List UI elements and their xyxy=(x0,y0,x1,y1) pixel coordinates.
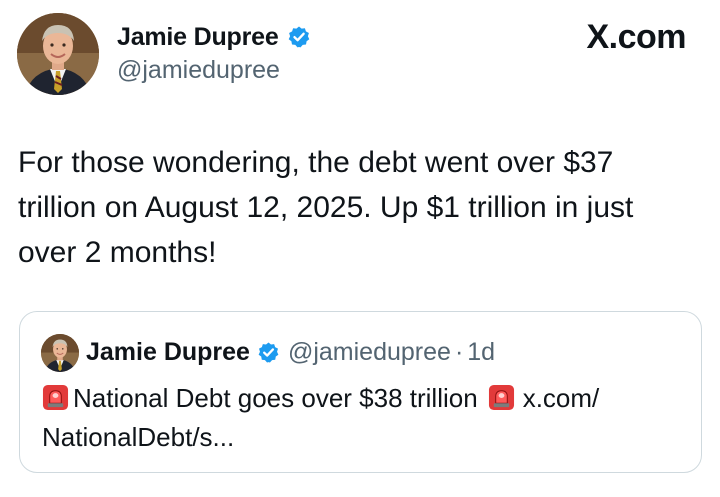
verified-badge-icon xyxy=(257,341,280,364)
quoted-author-avatar xyxy=(41,334,79,372)
quoted-tweet-header: Jamie Dupree @jamiedupree · 1d xyxy=(86,337,495,367)
rotating-light-icon xyxy=(488,383,515,411)
tweet-text-line: over 2 months! xyxy=(18,236,217,269)
quoted-tweet-link-continued[interactable]: NationalDebt/s... xyxy=(42,422,234,452)
author-avatar[interactable] xyxy=(17,13,99,95)
quoted-author-name: Jamie Dupree xyxy=(86,337,250,366)
quoted-tweet-card[interactable]: Jamie Dupree @jamiedupree · 1d National … xyxy=(19,311,702,473)
verified-badge-icon xyxy=(287,25,311,49)
quoted-tweet-link[interactable]: x.com/ xyxy=(523,383,600,413)
quoted-tweet-text: National Debt goes over $38 trillion x.c… xyxy=(42,379,692,457)
author-handle[interactable]: @jamiedupree xyxy=(117,56,280,85)
tweet-text-line: trillion on August 12, 2025. Up $1 trill… xyxy=(18,191,634,224)
site-label-text: X.com xyxy=(586,18,686,56)
rotating-light-icon xyxy=(42,383,69,411)
tweet-card: Jamie Dupree @jamiedupree X.com For thos… xyxy=(0,0,720,497)
site-label: X.com xyxy=(586,18,686,57)
tweet-text-line: For those wondering, the debt went over … xyxy=(18,146,614,179)
quoted-tweet-main-text: National Debt goes over $38 trillion xyxy=(73,383,478,413)
tweet-text: For those wondering, the debt went over … xyxy=(18,140,698,275)
author-name[interactable]: Jamie Dupree xyxy=(117,23,279,52)
author-name-row: Jamie Dupree xyxy=(117,22,311,52)
separator-dot: · xyxy=(454,337,464,366)
quoted-tweet-time: 1d xyxy=(467,337,496,366)
quoted-author-handle: @jamiedupree xyxy=(287,337,451,366)
